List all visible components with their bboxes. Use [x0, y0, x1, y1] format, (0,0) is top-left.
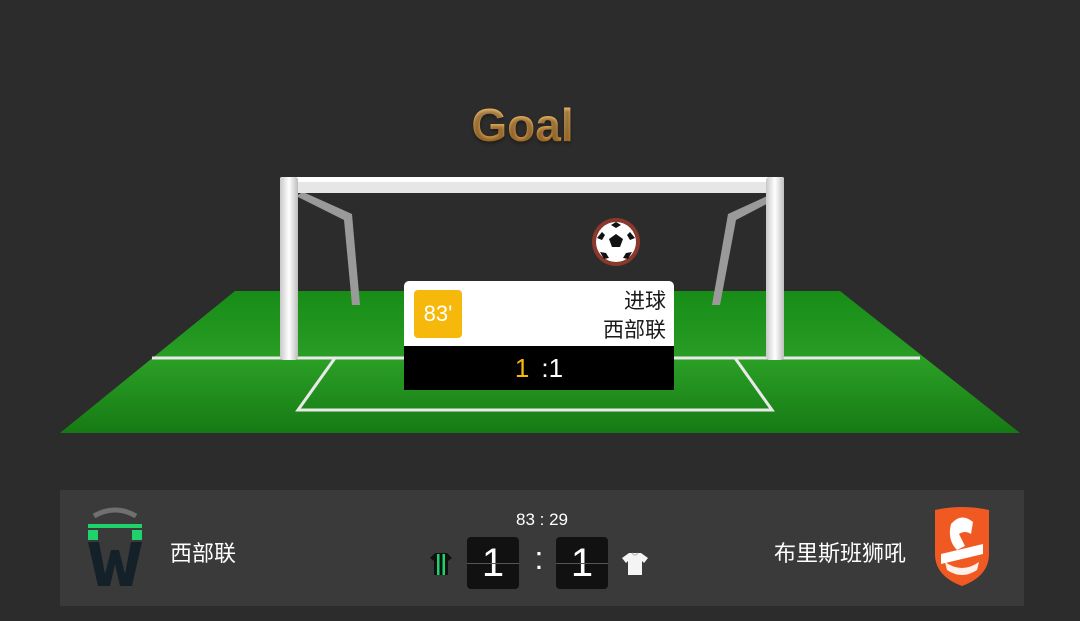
- home-score: 1: [467, 537, 519, 589]
- event-score-scorer: 1: [514, 352, 530, 383]
- pitch-graphic: [60, 177, 1020, 433]
- event-score-strip: 1 :1: [404, 346, 674, 390]
- green-black-jersey-icon: [430, 553, 452, 575]
- goal-title: Goal: [0, 98, 1045, 152]
- right-post: [766, 177, 784, 360]
- away-team-name: 布里斯班狮吼: [773, 542, 906, 567]
- goal-event-card: 83' 进球 西部联 1 :1: [404, 281, 674, 390]
- score-separator: :: [534, 540, 544, 576]
- goal-animation-stage: Goal 83' 进球 西部联 1 :1: [0, 0, 1080, 470]
- left-post: [280, 177, 298, 360]
- home-team-name: 西部联: [170, 542, 237, 567]
- event-type-label: 进球: [624, 289, 666, 313]
- football-icon: [592, 218, 640, 266]
- event-minute-badge: 83': [414, 290, 462, 338]
- event-score-rest: :1: [541, 352, 564, 383]
- event-card-header: 83' 进球 西部联: [404, 281, 674, 346]
- away-score: 1: [556, 537, 608, 589]
- scoreboard-bar: 西部联 83 : 29 1 : 1 布里斯班狮吼: [60, 490, 1024, 606]
- white-jersey-icon: [622, 552, 648, 575]
- match-clock: 83 : 29: [516, 510, 568, 529]
- event-team-label: 西部联: [603, 318, 666, 342]
- brisbane-roar-crest-icon[interactable]: [931, 504, 993, 588]
